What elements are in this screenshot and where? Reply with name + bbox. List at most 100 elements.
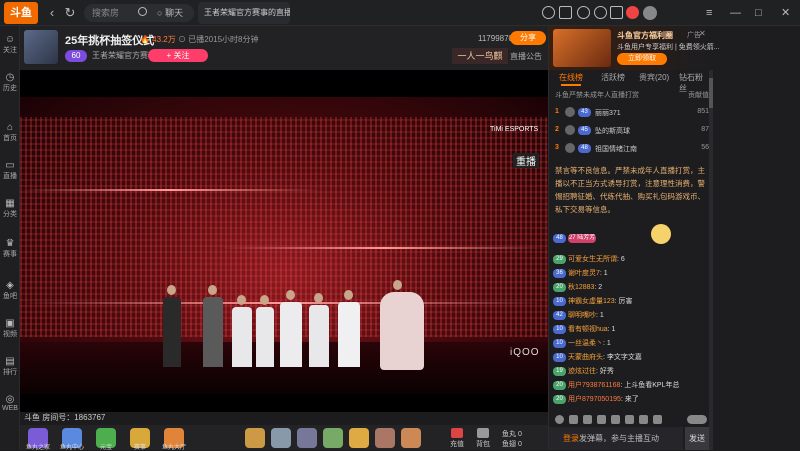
chat-label: 聊天 — [164, 8, 183, 18]
sidebar-item-esports[interactable]: ♛ 赛事 — [0, 238, 20, 259]
person-head — [208, 285, 217, 295]
chat-username[interactable]: 秋12883 — [568, 284, 594, 291]
gift-slot[interactable] — [297, 428, 317, 448]
chat-username[interactable]: 可爱女生无所谓 — [568, 256, 617, 263]
chat-link[interactable]: ○ 聊天 — [157, 4, 183, 22]
refresh-icon[interactable]: ↻ — [62, 5, 78, 21]
sidebar-item-category[interactable]: ▦ 分类 — [0, 198, 20, 219]
level-badge: 20 — [553, 380, 566, 390]
search-icon[interactable] — [138, 7, 147, 16]
person-player — [280, 302, 302, 367]
chat-username[interactable]: 神霸女虚量123 — [568, 298, 615, 305]
emoji-icon[interactable] — [555, 415, 564, 424]
chat-username[interactable]: 看有顿视hua — [568, 326, 608, 333]
backpack-button[interactable]: 背包 — [470, 428, 496, 449]
chat-message: 20 秋12883: 2 — [553, 282, 709, 294]
person-head — [393, 280, 402, 290]
user-avatar[interactable] — [643, 6, 657, 20]
gift-slot[interactable] — [245, 428, 265, 448]
ad-claim-button[interactable]: 立即领取 — [617, 53, 667, 65]
sidebar-item-rank[interactable]: ▤ 排行 — [0, 356, 20, 377]
close-button[interactable]: ✕ — [781, 5, 790, 21]
sidebar-label: 分类 — [3, 211, 17, 218]
scrollbar-thumb[interactable] — [709, 78, 713, 108]
level-badge: 42 — [553, 310, 566, 320]
chat-text: : 1 — [607, 326, 616, 333]
fan-banner[interactable]: 一人一鸟麒 — [452, 48, 508, 64]
sidebar-label: 首页 — [3, 135, 17, 142]
minimize-button[interactable]: — — [730, 5, 741, 21]
chat-text: : 好秀 — [595, 368, 614, 375]
anchor-avatar[interactable] — [24, 30, 58, 64]
gear-icon[interactable] — [625, 415, 634, 424]
tab-vip[interactable]: 贵宾(20) — [639, 72, 669, 83]
menu-icon[interactable]: ≡ — [706, 5, 712, 21]
video-player[interactable]: TiMi ESPORTS 重播 iQOO — [20, 97, 548, 394]
sidebar-item-home[interactable]: ⌂ 首页 — [0, 122, 20, 143]
sidebar-item-history[interactable]: ◷ 历史 — [0, 72, 20, 93]
sidebar-item-follow[interactable]: ☺ 关注 — [0, 34, 20, 55]
maximize-button[interactable]: □ — [755, 5, 762, 21]
gift-slot[interactable] — [401, 428, 421, 448]
gift-slot[interactable] — [349, 428, 369, 448]
sidebar-item-live[interactable]: ▭ 直播 — [0, 160, 20, 181]
tab-active-rank[interactable]: 活跃榜 — [601, 72, 625, 83]
fan-icon[interactable] — [597, 415, 606, 424]
sidebar-label: 视频 — [3, 331, 17, 338]
play-icon[interactable] — [542, 6, 555, 19]
favorite-icon[interactable] — [559, 6, 572, 19]
notification-icon[interactable] — [594, 6, 607, 19]
chat-username[interactable]: 一丝温柔丶 — [568, 340, 603, 347]
sidebar-item-fishbar[interactable]: ◈ 鱼吧 — [0, 280, 20, 301]
chat-username[interactable]: 用户8797050195 — [568, 396, 621, 403]
clear-icon[interactable] — [653, 415, 662, 424]
filter-icon[interactable] — [639, 415, 648, 424]
level-badge: 19 — [553, 366, 566, 376]
rank-row[interactable]: 1 43 丽丽371 851 — [555, 106, 709, 120]
download-icon[interactable] — [610, 6, 623, 19]
rank-value: 851 — [697, 108, 709, 115]
chat-message: 20 用户7938761168: 上斗鱼看KPL年总 — [553, 380, 709, 392]
tab-online-rank[interactable]: 在线榜 — [559, 72, 583, 86]
rank-number: 3 — [555, 144, 559, 151]
follow-button[interactable]: + 关注 — [148, 49, 208, 62]
sidebar-item-web[interactable]: ◎ WEB — [0, 394, 20, 412]
back-icon[interactable]: ‹ — [44, 5, 60, 21]
person-player — [309, 305, 329, 367]
chat-scrollbar[interactable] — [709, 70, 713, 450]
chat-username[interactable]: 天蒙曲府头 — [568, 354, 603, 361]
speaker-icon[interactable] — [569, 415, 578, 424]
person-guest — [203, 297, 223, 367]
cart-icon[interactable] — [583, 415, 592, 424]
douyu-logo[interactable]: 斗鱼 — [4, 2, 38, 24]
close-icon[interactable]: ✕ — [699, 29, 706, 38]
recharge-button[interactable]: 充值 — [444, 428, 470, 449]
anchor-level-badge: 60 — [65, 50, 87, 62]
chat-input[interactable]: 登录发弹幕，参与主播互动 — [549, 427, 683, 450]
gift-slot[interactable] — [323, 428, 343, 448]
video-letterbox-bottom — [20, 394, 548, 412]
ad-banner[interactable]: 斗鱼官方福利圈 斗鱼用户专享福利 | 免费领火箭... 立即领取 广告 ✕ — [549, 26, 720, 70]
chat-toggle[interactable] — [687, 415, 707, 424]
sidebar-item-video[interactable]: ▣ 视频 — [0, 318, 20, 339]
gift-slot[interactable] — [375, 428, 395, 448]
rank-row[interactable]: 3 48 祖国情绪江南 56 — [555, 142, 709, 156]
chat-username[interactable]: 迹炫过往 — [568, 368, 596, 375]
chat-username[interactable]: 谢叶度灵7 — [568, 270, 600, 277]
chat-username[interactable]: 用户7938761168 — [568, 382, 620, 389]
send-button[interactable]: 发送 — [685, 427, 709, 450]
message-icon[interactable] — [577, 6, 590, 19]
gift-icon[interactable] — [626, 6, 639, 19]
sponsor-logo: iQOO — [510, 347, 540, 358]
person-head — [344, 290, 353, 300]
gift-slot[interactable] — [271, 428, 291, 448]
level-badge: 45 — [578, 126, 591, 135]
share-button[interactable]: 分享 — [510, 31, 546, 45]
login-link[interactable]: 登录 — [563, 434, 579, 443]
chat-username[interactable]: 聊明嘴吵 — [568, 312, 596, 319]
anchor-name[interactable]: 王者荣耀官方赛事 — [92, 50, 156, 61]
rank-row[interactable]: 2 45 坠的斯高球 87 — [555, 124, 709, 138]
announcement-link[interactable]: 直播公告 — [510, 51, 542, 62]
card-icon[interactable] — [611, 415, 620, 424]
tab-room[interactable]: 王者荣耀官方赛事的直播间 ⊗ — [198, 2, 290, 24]
